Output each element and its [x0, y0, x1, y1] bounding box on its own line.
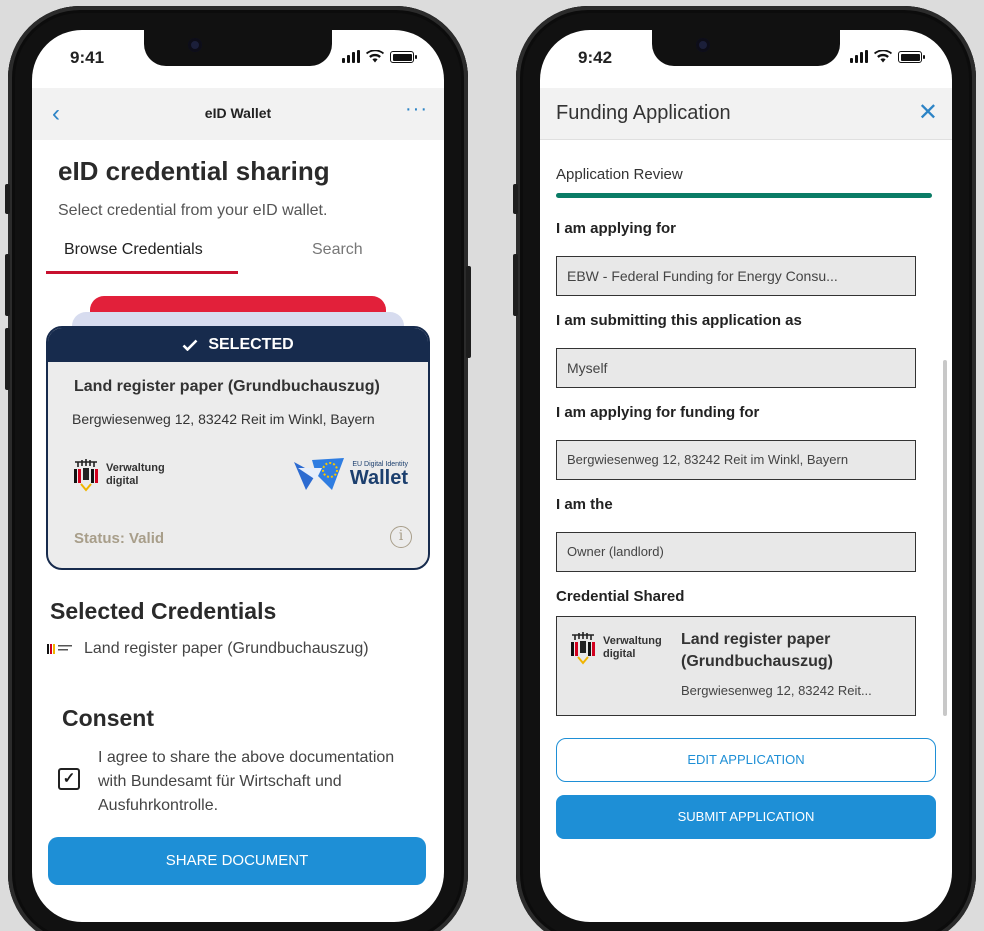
- status-time: 9:41: [70, 48, 105, 67]
- volume-up-button: [513, 254, 518, 316]
- eu-wallet-logo: EU Digital Identity Wallet: [292, 454, 408, 494]
- shared-credential-title-line1: Land register paper: [681, 631, 831, 648]
- signal-icon: [342, 50, 360, 63]
- signal-icon: [850, 50, 868, 63]
- tab-bar: Browse Credentials Search: [46, 233, 430, 274]
- camera-icon: [696, 38, 710, 52]
- applying-for-field[interactable]: EBW - Federal Funding for Energy Consu..…: [556, 256, 916, 296]
- system-icons: [342, 50, 417, 63]
- consent-heading: Consent: [62, 705, 154, 731]
- selected-credential-item: Land register paper (Grundbuchauszug): [46, 640, 369, 658]
- phone-frame-left: 9:41 ‹ eID Wallet ··· eID credential sha…: [5, 6, 471, 931]
- question-label: I am submitting this application as: [556, 312, 802, 329]
- progress-fill: [556, 193, 932, 198]
- wallet-logo-big-text: Wallet: [349, 466, 408, 489]
- role-field[interactable]: Owner (landlord): [556, 532, 916, 572]
- question-label: I am the: [556, 496, 613, 513]
- screen-left: 9:41 ‹ eID Wallet ··· eID credential sha…: [32, 30, 444, 922]
- share-document-button[interactable]: SHARE DOCUMENT: [48, 837, 426, 885]
- shared-credential-box: Verwaltung digital Land register paper (G…: [556, 616, 916, 716]
- screen-right: 9:42 Funding Application ✕ Application R…: [540, 30, 952, 922]
- power-button: [466, 266, 471, 358]
- battery-icon: [390, 51, 417, 63]
- info-icon[interactable]: i: [390, 526, 412, 548]
- progress-bar: [556, 193, 932, 198]
- logo-text-line1: Verwaltung: [106, 462, 165, 474]
- mute-switch: [5, 184, 10, 214]
- nav-bar: ‹ eID Wallet ···: [32, 88, 444, 140]
- credential-card-selected[interactable]: SELECTED Land register paper (Grundbucha…: [46, 326, 430, 570]
- page-subtitle: Select credential from your eID wallet.: [58, 202, 328, 219]
- submitting-as-field[interactable]: Myself: [556, 348, 916, 388]
- battery-icon: [898, 51, 925, 63]
- question-label: I am applying for funding for: [556, 404, 760, 421]
- mute-switch: [513, 184, 518, 214]
- logo-text-line2: digital: [106, 475, 139, 487]
- shared-credential-title: Land register paper (Grundbuchauszug): [681, 629, 833, 673]
- system-icons: [850, 50, 925, 63]
- eagle-icon: [74, 459, 98, 492]
- logo-text-line1: Verwaltung: [603, 635, 662, 647]
- eagle-icon: [571, 632, 595, 665]
- selected-credentials-heading: Selected Credentials: [50, 598, 277, 624]
- selected-credential-label: Land register paper (Grundbuchauszug): [84, 640, 369, 657]
- scrollbar[interactable]: [943, 360, 947, 716]
- credential-title: Land register paper (Grundbuchauszug): [74, 378, 380, 395]
- status-time: 9:42: [578, 48, 613, 67]
- shared-credential-address: Bergwiesenweg 12, 83242 Reit...: [681, 683, 872, 698]
- funding-for-field[interactable]: Bergwiesenweg 12, 83242 Reit im Winkl, B…: [556, 440, 916, 480]
- credential-address: Bergwiesenweg 12, 83242 Reit im Winkl, B…: [72, 411, 375, 427]
- camera-icon: [188, 38, 202, 52]
- credential-status: Status: Valid: [74, 530, 165, 547]
- check-icon: [182, 339, 198, 351]
- verwaltung-digital-mini-logo: [47, 644, 72, 654]
- verwaltung-digital-logo: Verwaltung digital: [72, 458, 165, 492]
- edit-application-button[interactable]: EDIT APPLICATION: [556, 738, 936, 782]
- active-tab-indicator: [46, 271, 238, 274]
- nav-title: eID Wallet: [204, 105, 272, 121]
- wifi-icon: [874, 50, 892, 63]
- nav-title: Funding Application: [556, 102, 731, 124]
- ellipsis-icon[interactable]: ···: [405, 98, 428, 121]
- verwaltung-digital-logo: Verwaltung digital: [569, 631, 662, 665]
- tab-search[interactable]: Search: [312, 241, 363, 259]
- close-icon[interactable]: ✕: [918, 98, 938, 127]
- selected-label: SELECTED: [208, 336, 294, 353]
- volume-up-button: [5, 254, 10, 316]
- notch: [144, 30, 332, 66]
- credential-shared-heading: Credential Shared: [556, 588, 685, 605]
- consent-checkbox[interactable]: ✓: [58, 768, 80, 790]
- volume-down-button: [5, 328, 10, 390]
- nav-bar: Funding Application ✕: [540, 88, 952, 140]
- wifi-icon: [366, 50, 384, 63]
- question-label: I am applying for: [556, 220, 677, 237]
- eu-wallet-icon: [293, 458, 344, 490]
- submit-application-button[interactable]: SUBMIT APPLICATION: [556, 795, 936, 839]
- consent-text: I agree to share the above documentation…: [98, 749, 395, 814]
- logo-text-line2: digital: [603, 648, 636, 660]
- phone-frame-right: 9:42 Funding Application ✕ Application R…: [513, 6, 976, 931]
- step-label: Application Review: [556, 166, 683, 183]
- selected-banner: SELECTED: [48, 328, 428, 362]
- notch: [652, 30, 840, 66]
- page-title: eID credential sharing: [58, 156, 330, 186]
- shared-credential-title-line2: (Grundbuchauszug): [681, 653, 833, 670]
- tab-browse-credentials[interactable]: Browse Credentials: [64, 241, 203, 259]
